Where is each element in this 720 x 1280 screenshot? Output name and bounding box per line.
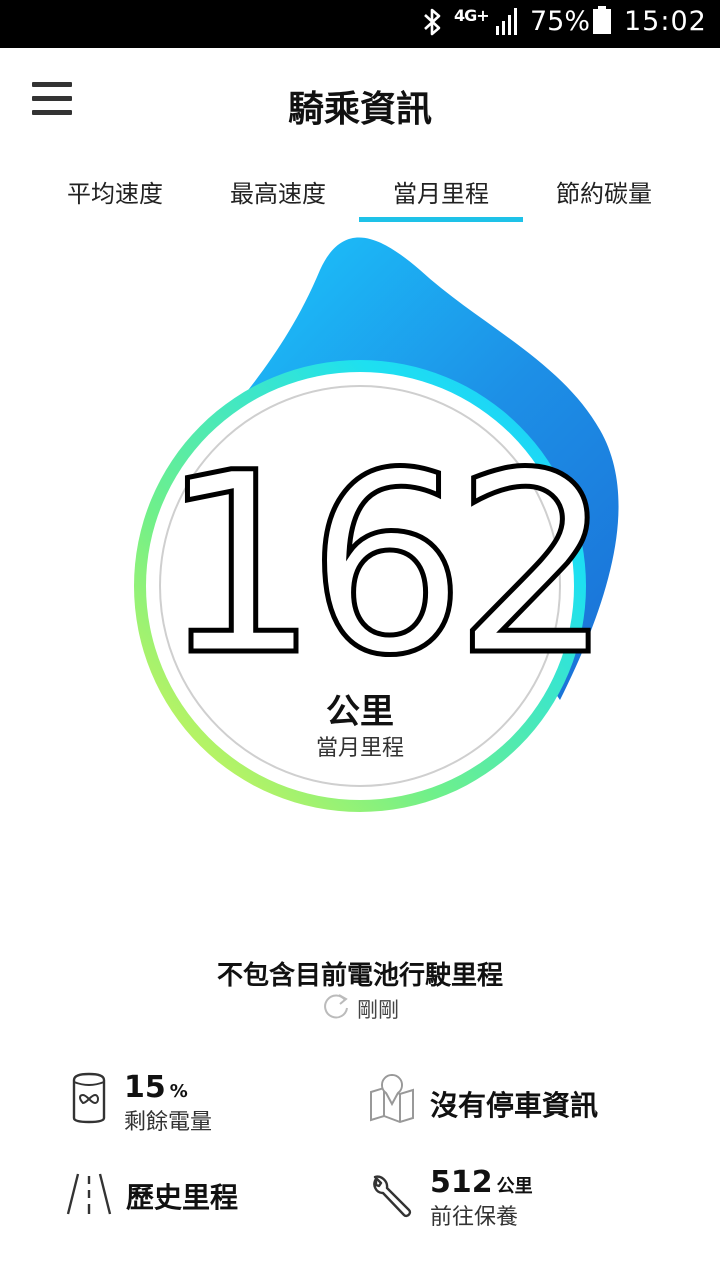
app-header: 騎乘資訊 bbox=[0, 48, 720, 158]
tab-max-speed[interactable]: 最高速度 bbox=[196, 160, 360, 222]
tab-average-speed[interactable]: 平均速度 bbox=[33, 160, 197, 222]
battery-icon bbox=[593, 6, 611, 34]
mileage-gauge: 162 公里 當月里程 bbox=[0, 230, 720, 830]
battery-info[interactable]: 15% 剩餘電量 bbox=[70, 1070, 310, 1140]
tab-bar: 平均速度 最高速度 當月里程 節約碳量 bbox=[0, 160, 720, 222]
bluetooth-icon bbox=[424, 8, 441, 36]
parking-title: 沒有停車資訊 bbox=[430, 1089, 599, 1122]
history-title: 歷史里程 bbox=[126, 1181, 239, 1214]
map-pin-icon bbox=[370, 1074, 414, 1124]
refresh-time: 剛剛 bbox=[357, 998, 399, 1022]
page-title: 騎乘資訊 bbox=[287, 89, 432, 130]
parking-info[interactable]: 沒有停車資訊 bbox=[368, 1072, 668, 1142]
clock: 15:02 bbox=[624, 6, 707, 37]
refresh-icon[interactable] bbox=[321, 991, 351, 1021]
refresh-status[interactable]: 剛剛 bbox=[0, 994, 720, 1024]
battery-percent: 75% bbox=[530, 6, 591, 37]
battery-cell-icon bbox=[72, 1072, 106, 1124]
mileage-note: 不包含目前電池行駛里程 bbox=[216, 961, 503, 991]
tab-carbon-saved[interactable]: 節約碳量 bbox=[522, 160, 686, 222]
battery-unit: % bbox=[169, 1081, 188, 1102]
tab-monthly-mileage[interactable]: 當月里程 bbox=[359, 160, 523, 222]
signal-icon bbox=[496, 8, 517, 35]
battery-label: 剩餘電量 bbox=[124, 1110, 213, 1135]
battery-value: 15 bbox=[124, 1070, 166, 1105]
network-type: 4G+ bbox=[454, 6, 490, 25]
mileage-unit: 公里 bbox=[326, 692, 394, 732]
maintenance-unit: 公里 bbox=[496, 1176, 533, 1197]
status-bar: 4G+ 75% 15:02 bbox=[0, 0, 720, 48]
wrench-icon bbox=[373, 1175, 412, 1218]
maintenance-value: 512 bbox=[430, 1165, 493, 1200]
maintenance-label: 前往保養 bbox=[430, 1205, 519, 1230]
mileage-label: 當月里程 bbox=[315, 736, 404, 761]
road-icon bbox=[66, 1173, 112, 1215]
mileage-value: 162 bbox=[158, 419, 616, 710]
history-mileage[interactable]: 歷史里程 bbox=[66, 1170, 306, 1240]
maintenance-info[interactable]: 512 公里 前往保養 bbox=[370, 1165, 670, 1235]
